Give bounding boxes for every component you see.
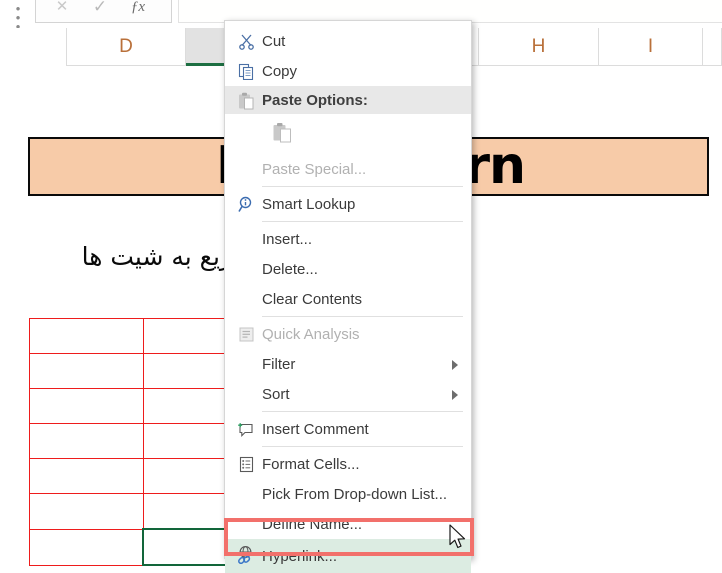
menu-item-label: Insert...: [262, 230, 313, 248]
menu-item-quick-analysis: Quick Analysis: [225, 319, 471, 349]
format-cells-icon: [231, 449, 261, 479]
menu-item-pick-from-dropdown-list[interactable]: Pick From Drop-down List...: [225, 479, 471, 509]
menu-item-label: Insert Comment: [262, 420, 369, 438]
menu-item-paste-special: Paste Special...: [225, 154, 471, 184]
table-row[interactable]: [29, 388, 256, 424]
table-row[interactable]: [29, 353, 256, 389]
copy-pages-icon: [231, 56, 261, 86]
table-cell[interactable]: [29, 458, 144, 494]
table-cell[interactable]: [29, 318, 144, 354]
menu-item-label: Copy: [262, 62, 298, 80]
menu-item-label: Clear Contents: [262, 290, 363, 308]
menu-item-label: Delete...: [262, 260, 318, 278]
table-row[interactable]: [29, 528, 256, 566]
column-header-d[interactable]: D: [66, 28, 186, 66]
table-row[interactable]: [29, 493, 256, 530]
confirm-check-icon[interactable]: ✓: [86, 0, 114, 18]
subtitle-text: ریع به شیت ها: [81, 242, 232, 271]
menu-item-label: Define Name...: [262, 515, 363, 533]
scissors-icon: [231, 26, 261, 56]
table-cell[interactable]: [29, 388, 144, 424]
cancel-x-icon[interactable]: ✕: [48, 0, 76, 18]
context-menu[interactable]: Cut Copy Paste Options: Paste Special...…: [224, 20, 472, 573]
mouse-pointer-arrow: [449, 524, 468, 551]
more-options-dots-icon[interactable]: • • •: [14, 2, 22, 33]
column-header-h[interactable]: H: [479, 28, 599, 66]
menu-header-label: Paste Options:: [262, 91, 368, 109]
fx-insert-function-icon[interactable]: ƒx: [124, 0, 152, 18]
menu-item-define-name[interactable]: Define Name...: [225, 509, 471, 539]
menu-item-label: Smart Lookup: [262, 195, 356, 213]
red-data-table[interactable]: [29, 318, 256, 566]
smart-lookup-icon: [231, 189, 261, 219]
table-body: [29, 318, 256, 566]
paste-clipboard-icon[interactable]: [267, 118, 297, 148]
table-row[interactable]: [29, 423, 256, 459]
formula-bar-buttons: ✕ ✓ ƒx: [35, 0, 172, 23]
table-cell[interactable]: [29, 353, 144, 389]
column-header-j[interactable]: [703, 28, 722, 66]
excel-screen: ••• ✕ ✓ ƒx D E H I ExcelLearn ریع به شیت…: [0, 0, 722, 573]
menu-item-label: Cut: [262, 32, 286, 50]
menu-item-label: Hyperlink...: [262, 547, 338, 565]
menu-separator: [262, 411, 463, 412]
menu-item-filter[interactable]: Filter: [225, 349, 471, 379]
menu-item-label: Pick From Drop-down List...: [262, 485, 448, 503]
menu-item-delete[interactable]: Delete...: [225, 254, 471, 284]
menu-item-label: Paste Special...: [262, 160, 367, 178]
menu-item-cut[interactable]: Cut: [225, 26, 471, 56]
menu-item-label: Sort: [262, 385, 290, 403]
menu-item-sort[interactable]: Sort: [225, 379, 471, 409]
table-cell[interactable]: [29, 528, 144, 566]
comment-icon: [231, 414, 261, 444]
menu-item-hyperlink[interactable]: Hyperlink...: [225, 539, 471, 573]
menu-separator: [262, 221, 463, 222]
column-header-i[interactable]: I: [599, 28, 703, 66]
menu-item-label: Quick Analysis: [262, 325, 360, 343]
menu-item-insert-comment[interactable]: Insert Comment: [225, 414, 471, 444]
menu-item-format-cells[interactable]: Format Cells...: [225, 449, 471, 479]
hyperlink-globe-icon: [231, 539, 261, 569]
clipboard-icon: [231, 86, 261, 116]
table-row[interactable]: [29, 458, 256, 494]
menu-separator: [262, 446, 463, 447]
menu-item-label: Format Cells...: [262, 455, 360, 473]
menu-item-clear-contents[interactable]: Clear Contents: [225, 284, 471, 314]
table-row[interactable]: [29, 318, 256, 354]
menu-header-paste-options: Paste Options:: [225, 86, 471, 114]
menu-separator: [262, 186, 463, 187]
menu-item-copy[interactable]: Copy: [225, 56, 471, 86]
table-cell[interactable]: [29, 423, 144, 459]
quick-analysis-icon: [231, 319, 261, 349]
menu-item-insert[interactable]: Insert...: [225, 224, 471, 254]
table-cell[interactable]: [29, 493, 144, 530]
menu-item-label: Filter: [262, 355, 296, 373]
menu-separator: [262, 316, 463, 317]
paste-options-gallery[interactable]: [225, 114, 471, 154]
chevron-right-icon: [452, 390, 458, 400]
chevron-right-icon: [452, 360, 458, 370]
menu-item-smart-lookup[interactable]: Smart Lookup: [225, 189, 471, 219]
